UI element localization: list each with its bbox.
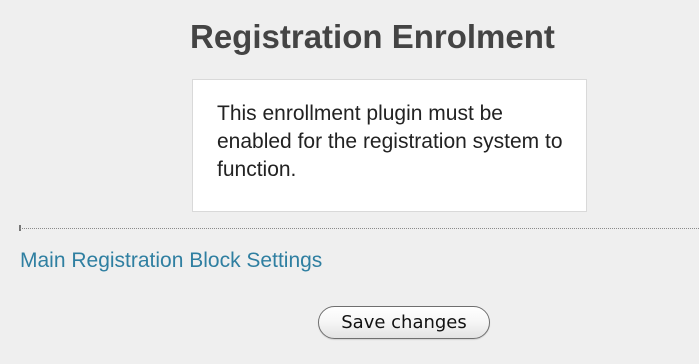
save-changes-button[interactable]: Save changes [318,306,490,339]
notice-message: This enrollment plugin must be enabled f… [217,102,563,181]
notice-box: This enrollment plugin must be enabled f… [192,79,587,212]
section-divider [20,228,699,229]
page-title: Registration Enrolment [190,18,555,55]
main-registration-block-settings-link[interactable]: Main Registration Block Settings [20,247,322,275]
